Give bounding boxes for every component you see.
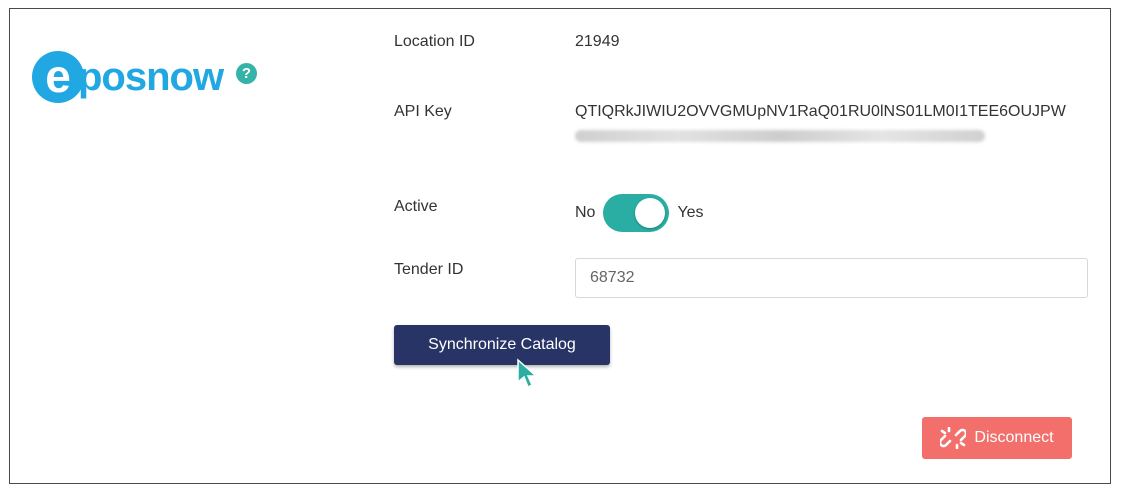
active-toggle-group: No Yes [575, 194, 704, 232]
broken-link-icon [940, 427, 967, 449]
disconnect-label: Disconnect [974, 429, 1054, 446]
api-key-label: API Key [394, 103, 452, 120]
synchronize-catalog-button[interactable]: Synchronize Catalog [394, 325, 610, 365]
toggle-knob [635, 198, 666, 228]
help-icon[interactable]: ? [236, 63, 257, 84]
api-key-value: QTIQRkJIWIU2OVVGMUpNV1RaQ01RU0lNS01LM0I1… [575, 103, 1066, 120]
active-toggle[interactable] [603, 194, 670, 232]
location-id-value: 21949 [575, 33, 620, 50]
logo-initial: e [32, 51, 84, 103]
toggle-no-label: No [575, 204, 596, 221]
disconnect-button[interactable]: Disconnect [922, 417, 1072, 459]
tender-id-label: Tender ID [394, 261, 464, 278]
toggle-yes-label: Yes [677, 204, 704, 221]
tender-id-input[interactable]: 68732 [575, 258, 1088, 298]
logo-wordmark: posnow [78, 55, 224, 99]
api-key-redacted [575, 130, 985, 142]
location-id-label: Location ID [394, 33, 475, 50]
eposnow-logo: e posnow ? [32, 47, 272, 107]
mouse-cursor-icon [517, 358, 538, 389]
integration-panel: e posnow ? Location ID 21949 API Key QTI… [9, 8, 1111, 484]
active-label: Active [394, 198, 438, 215]
